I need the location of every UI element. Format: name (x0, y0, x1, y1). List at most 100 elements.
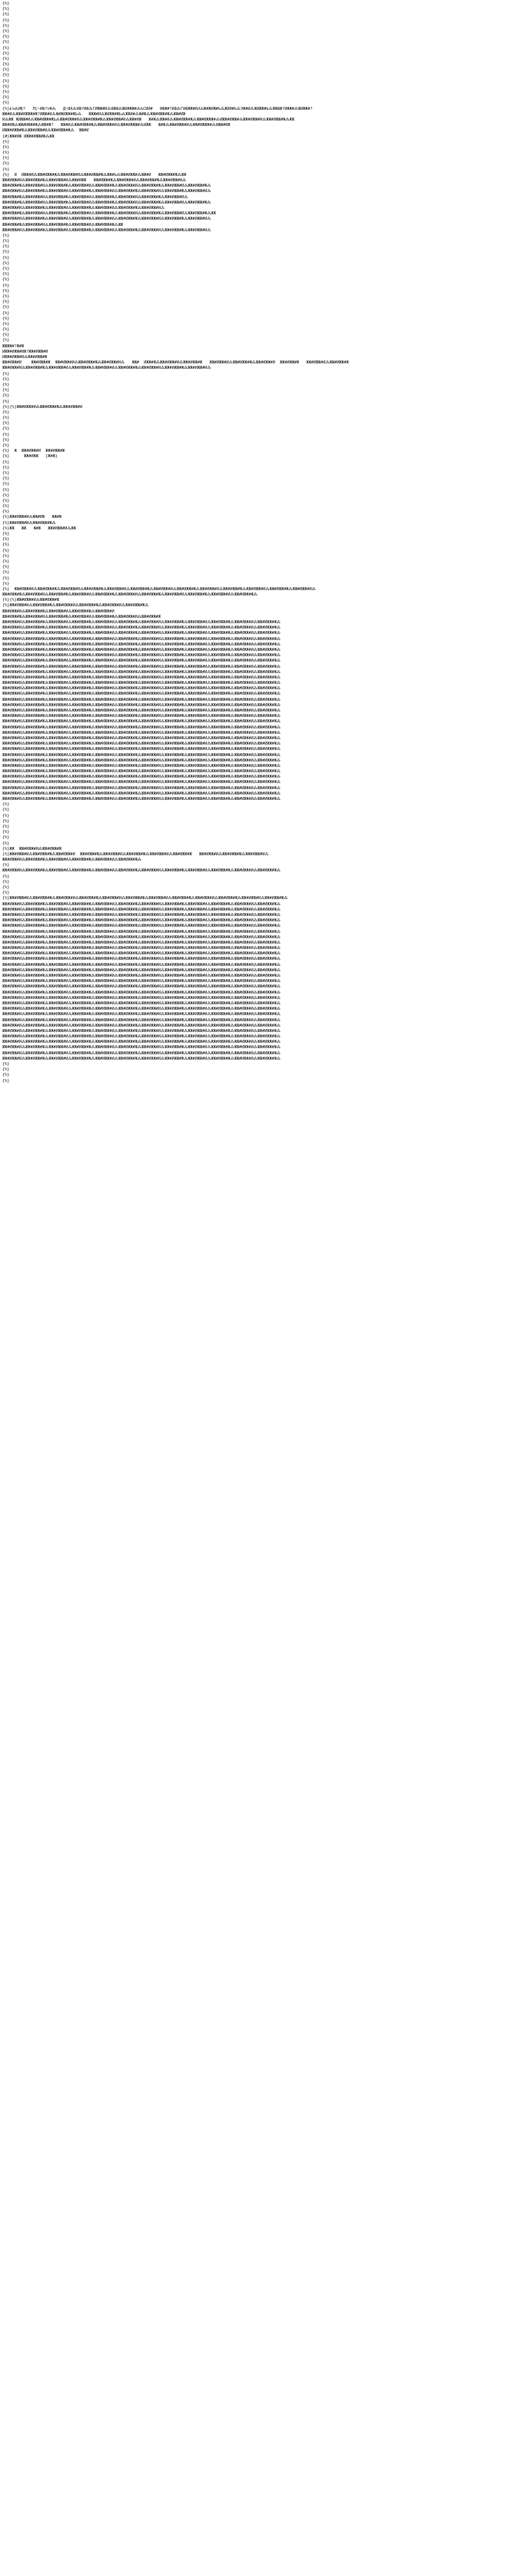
text-line: ЖЖ#ИЖЖ#И⁂ЖЖ#ИЖЖ#Ж⁂ЖЖ#ИЖЖ#И⁂ЖЖ#ИЖЖ#Ж⁂ЖЖ#И… (2, 1012, 281, 1017)
text-line: {%}ЖЖ#ИЖЖ#И⁂ЖЖ#ИЖЖ#Ж⁂ЖЖ#ИЖЖ#И⁂ЖЖ#ИЖЖ#Ж⁂Ж… (2, 603, 149, 609)
text-line: {%} (2, 388, 10, 393)
text-line: ЖЖ#ИЖЖ#И⁂ЖЖ#ИЖЖ#Ж⁂ЖЖ#ИЖЖ#И⁂ЖЖ#ИЖЖ#Ж⁂ЖЖ#И… (2, 924, 281, 929)
text-line: {%} (2, 487, 10, 493)
text-line: ЖЖ#ИЖЖ#И⁂ЖЖ#ИЖЖ#Ж⁂ЖЖ#ИЖЖ#И⁂ЖЖ#ИЖЖ#Ж⁂ЖЖ#И… (2, 780, 281, 785)
text-line: ЖЖ#ИЖЖ#И⁂ЖЖ#ИЖЖ#Ж⁂ЖЖ#ИЖЖ#И⁂ЖЖ#ИЖЖ#Ж⁂ЖЖ#И… (2, 636, 281, 642)
text-line: {%} (2, 371, 10, 377)
text-line: {%} (2, 250, 10, 255)
text-line: ЖЖ#ИЖЖ#Ж⁂ЖЖ#ИЖЖ#И⁂ЖЖ#ИЖЖ#Ж⁂ЖЖ#ИЖЖ#И⁂ЖЖ#И… (2, 222, 124, 227)
text-line: {%} (2, 863, 10, 868)
text-line: ЖЖ#ИЖЖ#Ж⁂ЖЖ#ИЖЖ#И⁂ЖЖ#ИЖЖ#Ж⁂ЖЖ#ИЖЖ#И⁂ЖЖ#И… (2, 593, 258, 598)
text-line: ЖЖ#ИЖЖ#И⁂ЖЖ#ИЖЖ#Ж⁂ЖЖ#ИЖЖ#И⁂ЖЖ#ИЖЖ#Ж⁂ЖЖ#И… (2, 791, 281, 796)
text-line: {%} (2, 510, 10, 515)
text-line: ЖЖ#ИЖЖ#И⁂ЖЖ#ИЖЖ#Ж⁂ЖЖ#ИЖЖ#И⁂ЖЖ#ИЖЖ#Ж⁂ЖЖ#И… (2, 962, 281, 968)
text-line: ЖЖ#ИЖЖ#И⁂ЖЖ#ИЖЖ#Ж⁂ЖЖ#ИЖЖ#И⁂ЖЖ#ИЖЖ#Ж⁂ЖЖ#И… (2, 669, 281, 675)
text-line: {%} (2, 156, 10, 161)
paragraph-e: {%} Ж ЖЖ#ИЖЖ#И ЖЖ#ИЖЖ#Ж {%} ЖЖ#ИЖЖ {Ж#Ж} (2, 449, 513, 460)
block-bottom-1: {%} {%} {%} {%} {%} {%} {%} {%} (2, 802, 513, 847)
paragraph-i: {%}ЖЖ#ИЖЖ#И⁂ЖЖ#ИЖЖ#Ж⁂ЖЖ#ИЖЖ#И⁂ЖЖ#ИЖЖ#Ж⁂Ж… (2, 896, 513, 1062)
text-line: ЖЖ#ИЖЖ#И⁂ЖЖ#ИЖЖ#Ж⁂ЖЖ#ИЖЖ#И⁂ЖЖ#ИЖЖ#Ж⁂ЖЖ#И… (2, 609, 115, 614)
text-line: {%} (2, 465, 10, 470)
text-line: {%}ЖЖ ЖЖ Ж#Ж ЖЖ#ИЖЖ#И⁂ЖЖ (2, 526, 76, 531)
text-line: ЖЖ#ИЖЖ#И⁂ЖЖ#ИЖЖ#Ж⁂ЖЖ#ИЖЖ#И⁂ЖЖ#ИЖЖ#Ж⁂ЖЖ#И… (2, 1017, 281, 1023)
text-line: ЖЖ#ИЖЖ#И⁂ЖЖ#ИЖЖ#Ж⁂ЖЖ#ИЖЖ#И⁂ЖЖ#ИЖЖ#Ж⁂ЖЖ#И… (2, 1034, 281, 1040)
text-line: {%} (2, 416, 10, 421)
text-line: {%} (2, 321, 10, 327)
text-line: ЖЖ#ИЖЖ#И⁂ЖЖ#ИЖЖ#Ж⁂ЖЖ#ИЖЖ#И⁂ЖЖ#ИЖЖ#Ж⁂ЖЖ#И… (2, 995, 281, 1001)
text-line: ЖЖ#ИЖЖ#И⁂ЖЖ#ИЖЖ#Ж⁂ЖЖ#ИЖЖ#И⁂ЖЖ#ИЖЖ#Ж⁂ЖЖ#И… (2, 742, 281, 747)
text-line: {%} (2, 294, 10, 299)
text-line: {%}ЖЖ#ИЖЖ#И⁂ЖЖ#ИЖЖ#Ж⁂ЖЖ#ИЖЖ#И⁂ЖЖ#ИЖЖ#Ж⁂Ж… (2, 896, 288, 901)
text-line: {%} ЖЖ#ИЖЖ {Ж#Ж} (2, 454, 58, 460)
text-line: {%} (2, 841, 10, 846)
text-line: {%} ЖЖ#ИЖЖ#И⁂ЖЖ#ИЖЖ#Ж⁂ЖЖ#ИЖЖ#И⁂ЖЖ#ИЖЖ#Ж⁂… (2, 586, 316, 592)
text-line: {%} (2, 830, 10, 835)
text-line: ЖЖ#ИЖЖ#И⁂ЖЖ#ИЖЖ#Ж⁂ЖЖ#ИЖЖ#И⁂ЖЖ#ИЖЖ#Ж⁂ЖЖ#И… (2, 951, 281, 957)
text-line: {%} (2, 35, 10, 40)
text-line: ЖЖ#ИЖЖ#И⁂ЖЖ#ИЖЖ#Ж⁂ЖЖ#ИЖЖ#И⁂ЖЖ#ИЖЖ#Ж⁂ЖЖ#И… (2, 1007, 281, 1012)
text-line: {%} И ИЖЖ#И⁂ЖЖ#ИЖЖ#Ж⁂ЖЖ#ИЖЖ#И⁂ЖЖ#ИЖЖ#Ж⁂Ж… (2, 172, 187, 178)
text-line: {%} (2, 2, 10, 6)
text-line: ЖЖ#ИЖЖ#И⁂ЖЖ#ИЖЖ#Ж⁂ЖЖ#ИЖЖ#И⁂ЖЖ#ИЖЖ#Ж⁂ЖЖ#И… (2, 714, 281, 719)
block-mid-4: {%} {%} {%} {%} {%} {%} (2, 416, 513, 449)
text-line: {%} (2, 470, 10, 476)
text-line: ЖЖ#ИЖЖ#И⁂ЖЖ#ИЖЖ#Ж⁂ЖЖ#ИЖЖ#И⁂ЖЖ#ИЖЖ#Ж⁂ЖЖ#И… (2, 217, 211, 222)
text-line: ЖЖ#ИЖЖ#И⁂ЖЖ#ИЖЖ#Ж⁂ЖЖ#ИЖЖ#И⁂ЖЖ#ИЖЖ#Ж⁂ЖЖ#И… (2, 769, 281, 775)
text-line: {%}{%}ЖЖ#ИЖЖ#И⁂ЖЖ#ИЖЖ#Ж⁂ЖЖ#ИЖЖ#И (2, 404, 83, 410)
text-line: {%} (2, 78, 10, 84)
text-line: {%} (2, 327, 10, 333)
text-line: ЖЖ#ИЖЖ#И⁂ЖЖ#ИЖЖ#Ж⁂ЖЖ#ИЖЖ#И⁂ЖЖ#ИЖЖ#Ж⁂ЖЖ#И… (2, 719, 281, 725)
text-line: ЖЖ#ИЖЖ#И⁂ЖЖ#ИЖЖ#Ж⁂ЖЖ#ИЖЖ#И⁂ЖЖ#ИЖЖ#Ж⁂ЖЖ#И… (2, 675, 281, 680)
text-line: {%} (2, 393, 10, 399)
text-line: ЖЖ#ИЖЖ#И⁂ЖЖ#ИЖЖ#Ж⁂ЖЖ#ИЖЖ#И⁂ЖЖ#ИЖЖ#Ж⁂ЖЖ#И… (2, 642, 281, 647)
text-line: ЖЖ#ИЖЖ#И⁂ЖЖ#ИЖЖ#Ж⁂ЖЖ#ИЖЖ#И⁂ЖЖ#ИЖЖ#Ж⁂ЖЖ#И… (2, 912, 281, 918)
text-line: {%} (2, 818, 10, 824)
text-line: ЖЖ#ИЖЖ#И⁂ЖЖ#ИЖЖ#Ж⁂ЖЖ#ИЖЖ#И⁂ЖЖ#ИЖЖ#Ж⁂ЖЖ#И… (2, 697, 281, 702)
text-line: {%} (2, 144, 10, 150)
text-line: {%}ЖЖ#ИЖЖ#И⁂ЖЖ#ИЖЖ#Ж⁂ (2, 520, 56, 526)
document-body: {%} {%} {%} {%} {%} {%} {%} {%} {%} {%} {%} {%} {%}{… (2, 2, 513, 1084)
text-line: ЖЖ#ИЖЖ#И⁂ЖЖ#ИЖЖ#Ж⁂ЖЖ#ИЖЖ#И⁂ЖЖ#ИЖЖ#Ж⁂ЖЖ#И… (2, 775, 281, 780)
text-line: {%} (2, 891, 10, 896)
text-line: ЖЖ#ИЖЖ#И⁂ЖЖ#ИЖЖ#Ж⁂ЖЖ#ИЖЖ#И⁂ЖЖ#ИЖЖ#Ж⁂ЖЖ#И… (2, 929, 281, 934)
text-line: {%} (2, 421, 10, 427)
text-line: ЖЖ#ИЖ⁂ЖЖ#ИЖЖ#Ж⁂ЖЖ#Ж? ЖЖ#И⁂ЖЖ#ИЖЖ#Ж⁂ЖЖ#ИЖ… (2, 123, 231, 128)
text-line: {%} (2, 101, 10, 106)
text-line: {%} (2, 565, 10, 570)
text-line: ЖЖ#ИЖЖ#Ж⁂ЖЖ#ИЖЖ#И⁂ЖЖ#ИЖЖ#Ж⁂ЖЖ#ИЖЖ#И⁂ЖЖ#И… (2, 194, 188, 200)
text-line: {%} (2, 482, 10, 487)
text-line: {%} (2, 476, 10, 482)
text-line: {%}ЖЖ#ИЖЖ#И⁂ЖЖ#ИЖ ЖЖ#Ж (2, 515, 62, 520)
text-line: ЖЖ#ИЖЖ#И⁂ЖЖ#ИЖЖ#Ж⁂ЖЖ#ИЖЖ#И⁂ЖЖ#ИЖЖ#Ж⁂ЖЖ#И… (2, 934, 281, 940)
text-line: {%} (2, 559, 10, 564)
block-tail: {%} {%} {%} {%} (2, 1062, 513, 1084)
text-line: ЖЖ#ИЖЖ#И⁂ЖЖ#ИЖЖ#Ж⁂ЖЖ#ИЖЖ#И⁂ЖЖ#ИЖЖ#Ж⁂ЖЖ#И… (2, 730, 281, 735)
text-line: ЖЖ#ИЖЖ#И⁂ЖЖ#ИЖЖ#Ж⁂ЖЖ#ИЖЖ#И⁂ЖЖ#ИЖЖ#Ж⁂ЖЖ#И… (2, 990, 281, 995)
text-line: ЖЖ#ИЖЖ#И⁂ЖЖ#ИЖЖ#Ж⁂ЖЖ#ИЖЖ#И⁂ЖЖ#ИЖЖ#Ж⁂ЖЖ#И… (2, 366, 211, 371)
block-mid-5: {%} {%} {%} {%} {%} {%} {%} {%} {%} {%} (2, 460, 513, 516)
text-line: {%}ȽԿ⁂ИĶ? ЛҀ~ИФ?Ѵ#⁂ Д~ИА⁂ИФ?ИФ⁂ГИЖЖ#И⁂ФЖ… (2, 106, 313, 111)
text-line: {%} (2, 23, 10, 28)
text-line: ЖЖ#И⁂ЖЖ#ИЖЖЖ#Ж?ИЖЖ#И⁂Ж#ЖИЖЖ#ЖЬ⁂ ЖЖЖ#И⁂ЖИ… (2, 111, 186, 117)
text-line: {%}ЖЖ ЖЖ#ИЖЖ#И⁂ЖЖ#ИЖЖ#Ж (2, 846, 62, 851)
text-line: {%} (2, 267, 10, 271)
text-line: ЖЖ#ИЖЖ#И⁂ЖЖ#ИЖЖ#Ж⁂ЖЖ#ИЖЖ#И⁂ЖЖ#ИЖЖ#Ж⁂ЖЖ#И… (2, 735, 281, 741)
block-bottom-2: {%} {%} {%} (2, 880, 513, 897)
block-mid-6: {%} {%} {%} {%} {%} {%} {%} {%} {%} {%} (2, 532, 513, 587)
text-line: {%} (2, 139, 10, 144)
text-line: {%} (2, 570, 10, 576)
text-line: {%} (2, 68, 10, 73)
text-line: {%}{%}ЖЖ#ИЖЖ#И⁂ЖЖ#ИЖЖ#Ж (2, 598, 59, 603)
text-line: {%} (2, 432, 10, 437)
text-line: {%} (2, 824, 10, 829)
paragraph-f: {%}ЖЖ#ИЖЖ#И⁂ЖЖ#ИЖ ЖЖ#Ж {%}ЖЖ#ИЖЖ#И⁂ЖЖ#ИЖЖ… (2, 515, 513, 532)
paragraph-b: {%} И ИЖЖ#И⁂ЖЖ#ИЖЖ#Ж⁂ЖЖ#ИЖЖ#И⁂ЖЖ#ИЖЖ#Ж⁂Ж… (2, 173, 513, 234)
text-line: {%} (2, 543, 10, 548)
text-line: ЖЖ#ИЖЖ#И⁂ЖЖ#ИЖЖ#Ж⁂ЖЖ#ИЖЖ#И⁂ЖЖ#ИЖЖ#Ж⁂ЖЖ#И… (2, 631, 281, 636)
text-line: ЖЖ#ИЖЖ#И⁂ЖЖ#ИЖЖ#Ж⁂ЖЖ#ИЖЖ#И⁂ЖЖ#ИЖЖ#Ж⁂ЖЖ#И… (2, 205, 165, 211)
text-line: ЖЖ#ИЖЖ#И ЖЖ#ИЖЖ#Ж ЖЖ#ИЖЖ#И⁂ЖЖ#ИЖЖ#Ж⁂ЖЖ#И… (2, 360, 349, 366)
text-line: {%} (2, 151, 10, 156)
text-line: {%} (2, 244, 10, 250)
text-line: ЖЖ#ИЖЖ#И⁂ЖЖ#ИЖЖ#Ж⁂ЖЖ#ИЖЖ#И⁂ЖЖ#ИЖЖ#Ж⁂ЖЖ#И… (2, 664, 281, 669)
text-line: {%} (2, 288, 10, 294)
